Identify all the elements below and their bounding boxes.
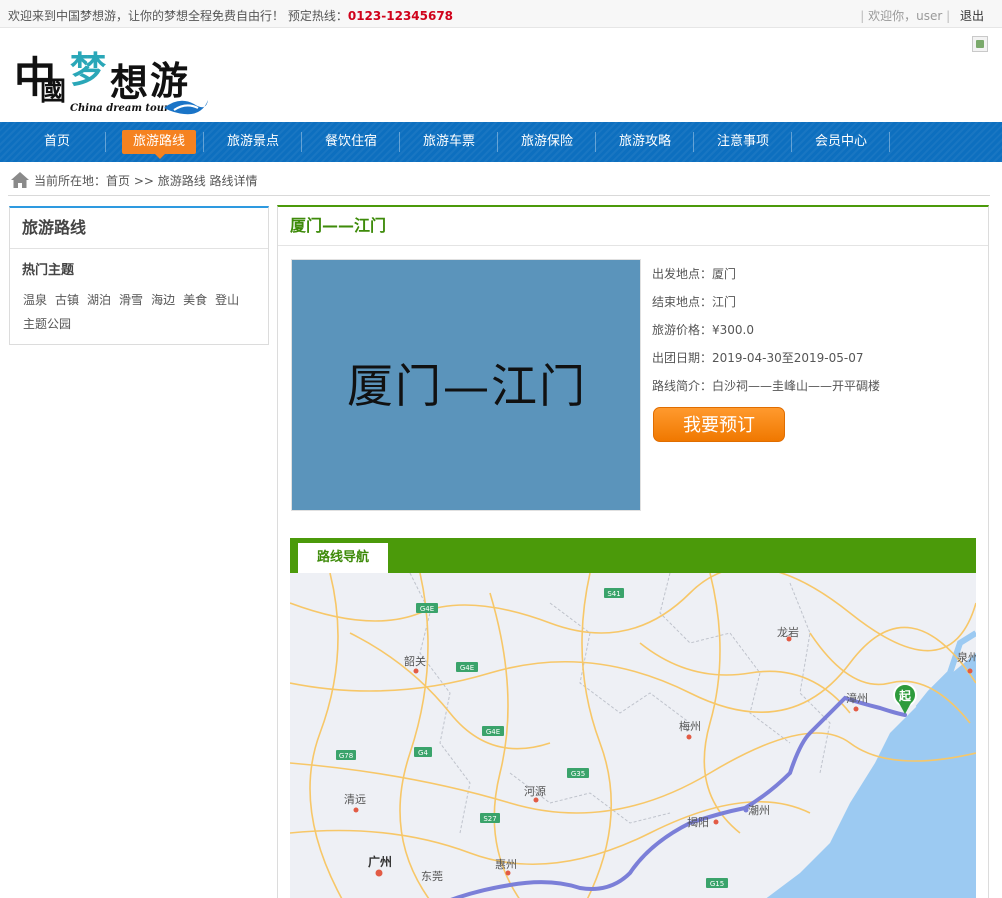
breadcrumb: 当前所在地：首页 >> 旅游路线 路线详情	[8, 164, 990, 196]
nav-item-routes[interactable]: 旅游路线	[106, 122, 204, 162]
route-map[interactable]: 起 韶关 龙岩 泉州 漳州 梅州 河源 清远 揭阳 潮州	[290, 573, 976, 898]
route-title: 厦门——江门	[278, 207, 988, 246]
tag-climbing[interactable]: 登山	[215, 293, 239, 307]
nav-label: 餐饮住宿	[324, 134, 377, 149]
tag-ancient-town[interactable]: 古镇	[55, 293, 79, 307]
date-value: 2019-04-30至2019-05-07	[712, 351, 864, 365]
intro-label: 路线简介：	[652, 379, 713, 393]
nav-label-active: 旅游路线	[122, 130, 196, 159]
cover-text: 厦门—江门	[347, 359, 587, 413]
logo-subtitle: China dream tour	[70, 103, 170, 114]
tag-food[interactable]: 美食	[183, 293, 207, 307]
nav-item-notices[interactable]: 注意事项	[694, 122, 792, 162]
road-shield-label: G4E	[460, 664, 474, 672]
city-label: 潮州	[748, 803, 770, 817]
map-tabbar: 路线导航	[290, 538, 976, 573]
nav-item-attractions[interactable]: 旅游景点	[204, 122, 302, 162]
nav-label: 旅游保险	[520, 134, 573, 149]
welcome-text: 欢迎来到中国梦想游，让你的梦想全程免费自由行！ 预定热线：0123-123456…	[8, 7, 453, 24]
city-label: 漳州	[846, 691, 868, 705]
tag-theme-park[interactable]: 主题公园	[23, 317, 71, 331]
site-logo[interactable]: 中 國 梦 想 游 China dream tour	[14, 44, 214, 118]
home-icon	[11, 172, 29, 188]
road-shield-label: S27	[483, 815, 496, 823]
city-label: 东莞	[421, 870, 443, 883]
nav-label: 会员中心	[814, 134, 867, 149]
road-shield-label: G4E	[420, 605, 434, 613]
nav-label: 旅游攻略	[618, 134, 671, 149]
hotline-label: 预定热线：	[287, 9, 348, 23]
nav-item-guides[interactable]: 旅游攻略	[596, 122, 694, 162]
price-label: 旅游价格：	[652, 323, 713, 337]
separator: |	[946, 9, 951, 23]
departure-label: 出发地点：	[652, 267, 713, 281]
nav-label: 首页	[43, 134, 70, 149]
sidebar-title: 旅游路线	[10, 208, 268, 249]
road-shield-label: S41	[607, 590, 620, 598]
nav-divider	[889, 132, 890, 152]
logo-char-4: 想	[110, 60, 148, 105]
city-label: 揭阳	[687, 815, 709, 829]
city-label: 广州	[368, 854, 392, 869]
header: 中 國 梦 想 游 China dream tour	[0, 28, 1002, 122]
tag-skiing[interactable]: 滑雪	[119, 293, 143, 307]
sidebar: 旅游路线 热门主题 温泉 古镇 湖泊 滑雪 海边 美食 登山主题公园	[9, 206, 269, 345]
city-label: 惠州	[495, 857, 517, 871]
logo-char-2: 國	[40, 77, 66, 107]
date-label: 出团日期：	[652, 351, 713, 365]
main-nav: 首页 旅游路线 旅游景点 餐饮住宿 旅游车票 旅游保险 旅游攻略 注意事项 会员…	[0, 122, 1002, 162]
sidebar-subtitle: 热门主题	[22, 263, 75, 278]
book-button[interactable]: 我要预订	[653, 407, 785, 442]
nav-item-home[interactable]: 首页	[8, 122, 106, 162]
city-label: 龙岩	[777, 625, 799, 639]
hotline-number: 0123-12345678	[347, 9, 454, 23]
price-row: 旅游价格：¥300.0	[652, 321, 754, 338]
date-row: 出团日期：2019-04-30至2019-05-07	[652, 349, 864, 366]
intro-value: 白沙祠——圭峰山——开平碉楼	[712, 379, 881, 393]
departure-row: 出发地点：厦门	[652, 265, 736, 282]
price-value: ¥300.0	[712, 323, 755, 337]
breadcrumb-text[interactable]: 当前所在地：首页 >> 旅游路线 路线详情	[34, 172, 258, 189]
logout-link[interactable]: 退出	[960, 9, 984, 23]
nav-label: 旅游景点	[226, 134, 279, 149]
city-label: 梅州	[679, 719, 701, 733]
tab-route-navigation[interactable]: 路线导航	[298, 543, 388, 573]
theme-tags: 温泉 古镇 湖泊 滑雪 海边 美食 登山主题公园	[23, 288, 263, 336]
broken-image-icon	[972, 36, 988, 52]
destination-row: 结束地点：江门	[652, 293, 736, 310]
route-detail-panel: 厦门——江门 厦门—江门 出发地点：厦门 结束地点：江门 旅游价格：¥300.0…	[277, 205, 989, 898]
logo-char-3: 梦	[70, 49, 106, 91]
city-label: 清远	[344, 793, 366, 806]
destination-value: 江门	[712, 295, 737, 309]
departure-value: 厦门	[712, 267, 737, 281]
road-shield-label: G4E	[486, 728, 500, 736]
start-marker-label: 起	[898, 688, 912, 703]
nav-item-member[interactable]: 会员中心	[792, 122, 890, 162]
city-label: 河源	[524, 784, 546, 798]
user-area: | 欢迎你，user | 退出	[860, 7, 984, 24]
tag-lake[interactable]: 湖泊	[87, 293, 111, 307]
user-greeting: 欢迎你，user	[868, 9, 943, 23]
road-shield-label: G15	[710, 880, 724, 888]
tag-hot-spring[interactable]: 温泉	[23, 293, 47, 307]
road-shield-label: G35	[571, 770, 585, 778]
route-cover-image: 厦门—江门	[291, 259, 641, 511]
intro-row: 路线简介：白沙祠——圭峰山——开平碉楼	[652, 377, 880, 394]
city-label: 泉州	[957, 650, 976, 664]
nav-label: 旅游车票	[422, 134, 475, 149]
nav-item-insurance[interactable]: 旅游保险	[498, 122, 596, 162]
logo-char-5: 游	[150, 58, 188, 103]
top-bar: 欢迎来到中国梦想游，让你的梦想全程免费自由行！ 预定热线：0123-123456…	[0, 0, 1002, 28]
welcome-message: 欢迎来到中国梦想游，让你的梦想全程免费自由行！	[8, 9, 285, 23]
tag-seaside[interactable]: 海边	[151, 293, 175, 307]
destination-label: 结束地点：	[652, 295, 713, 309]
nav-item-dining[interactable]: 餐饮住宿	[302, 122, 400, 162]
nav-item-tickets[interactable]: 旅游车票	[400, 122, 498, 162]
road-shield-label: G78	[339, 752, 353, 760]
separator: |	[860, 9, 865, 23]
road-shield-label: G4	[418, 749, 428, 757]
city-label: 韶关	[404, 654, 426, 668]
nav-label: 注意事项	[716, 134, 769, 149]
